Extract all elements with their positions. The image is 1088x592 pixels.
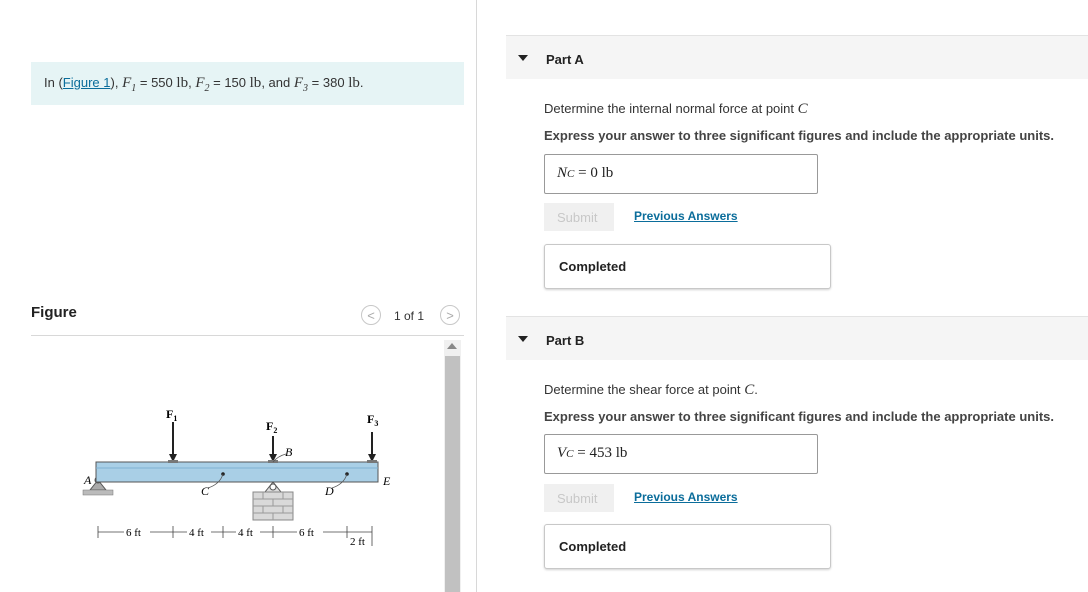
part-b-header[interactable]: Part B [506,316,1088,360]
part-a-question: Determine the internal normal force at p… [544,101,808,117]
label-f2: F2 [266,419,277,435]
part-a-submit-button[interactable]: Submit [544,203,614,231]
dim-4ft-b: 4 ft [238,527,253,539]
next-figure-button[interactable]: > [440,305,460,325]
part-a-header[interactable]: Part A [506,35,1088,79]
f3-value: = 380 [311,75,345,90]
collapse-triangle-icon[interactable] [518,336,528,342]
collapse-triangle-icon[interactable] [518,55,528,61]
part-b-submit-button[interactable]: Submit [544,484,614,512]
part-a-completed-banner: Completed [544,244,831,289]
figure-link[interactable]: Figure 1 [63,75,111,90]
label-f3: F3 [367,412,378,428]
force-arrow-f3 [367,432,377,463]
chevron-right-icon: > [446,307,454,323]
part-b-instruction: Express your answer to three significant… [544,409,1054,424]
dim-6ft-b: 6 ft [299,527,314,539]
part-b-answer-field[interactable]: VC = 453 lb [544,434,818,474]
f2-unit: lb [249,75,262,91]
label-e: E [382,474,391,488]
dim-4ft-a: 4 ft [189,527,204,539]
part-a-previous-answers-link[interactable]: Previous Answers [634,209,738,223]
part-a-instruction: Express your answer to three significant… [544,128,1054,143]
roller-support-b [252,481,294,521]
figure-pager: 1 of 1 [394,309,425,323]
part-b-completed-banner: Completed [544,524,831,569]
dim-6ft-a: 6 ft [126,527,141,539]
part-b-title: Part B [546,333,585,348]
column-divider [476,0,477,592]
figure-title: Figure [31,304,77,321]
f3-unit: lb [348,75,360,91]
intro-prefix: In ( [44,75,63,90]
intro-suffix: ), [110,75,119,90]
label-d: D [324,484,334,498]
force-arrow-f1 [168,422,178,463]
previous-figure-button[interactable]: < [361,305,381,325]
problem-statement: In (Figure 1), F1 = 550 lb, F2 = 150 lb,… [31,62,464,105]
label-f1: F1 [166,407,177,423]
chevron-left-icon: < [367,307,375,323]
part-a-answer-field[interactable]: NC = 0 lb [544,154,818,194]
label-c: C [201,484,210,498]
f1-value: = 550 [139,75,173,90]
f2-value: = 150 [213,75,247,90]
beam-diagram: F1 F2 F3 A B C D E 6 ft 4 ft 4 ft 6 ft 2… [82,407,391,548]
figure-scrollbar-thumb[interactable] [445,356,460,592]
f3-symbol: F3 [293,75,309,94]
label-b: B [285,445,293,459]
part-a-title: Part A [546,52,584,67]
scroll-up-icon[interactable] [447,343,457,349]
f1-symbol: F1 [122,75,137,94]
beam [95,461,379,483]
f1-unit: lb [176,75,189,91]
part-b-previous-answers-link[interactable]: Previous Answers [634,490,738,504]
figure-divider [31,335,464,336]
part-b-question: Determine the shear force at point C. [544,382,758,398]
intro-and: and [268,75,291,90]
dim-2ft: 2 ft [350,536,365,548]
f2-symbol: F2 [195,75,210,94]
label-a: A [83,473,92,487]
